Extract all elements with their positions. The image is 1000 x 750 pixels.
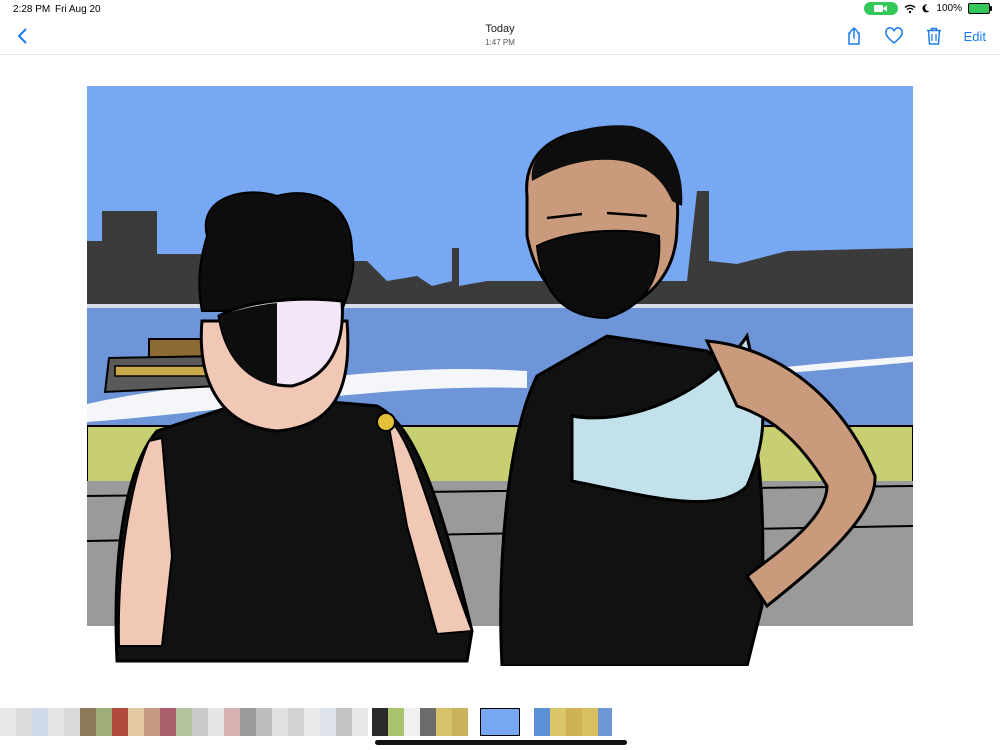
status-right: 100% [864, 2, 992, 15]
thumbnail[interactable] [48, 708, 64, 736]
thumbnail-strip[interactable] [0, 706, 1000, 738]
thumbnail[interactable] [96, 708, 112, 736]
thumbnail[interactable] [160, 708, 176, 736]
thumbnail[interactable] [480, 708, 520, 736]
thumbnail[interactable] [16, 708, 32, 736]
wifi-icon [904, 4, 916, 13]
thumbnail[interactable] [336, 708, 352, 736]
thumbnail[interactable] [240, 708, 256, 736]
thumbnail[interactable] [288, 708, 304, 736]
thumbnail[interactable] [452, 708, 468, 736]
thumbnail[interactable] [352, 708, 368, 736]
thumbnail[interactable] [224, 708, 240, 736]
thumbnail[interactable] [534, 708, 550, 736]
thumbnail[interactable] [320, 708, 336, 736]
trash-icon[interactable] [924, 26, 944, 46]
nav-actions: Edit [844, 26, 986, 46]
thumbnail[interactable] [144, 708, 160, 736]
thumbnail[interactable] [436, 708, 452, 736]
heart-icon[interactable] [884, 26, 904, 46]
status-date: Fri Aug 20 [55, 4, 101, 15]
thumbnail[interactable] [404, 708, 420, 736]
thumbnail[interactable] [598, 708, 612, 736]
thumbnail[interactable] [372, 708, 388, 736]
status-bar: 2:28 PM Fri Aug 20 100% [0, 0, 1000, 18]
thumbnail[interactable] [256, 708, 272, 736]
thumbnail[interactable] [208, 708, 224, 736]
thumbnail[interactable] [582, 708, 598, 736]
thumbnail[interactable] [80, 708, 96, 736]
thumbnail[interactable] [0, 708, 16, 736]
photo-viewer[interactable] [87, 86, 913, 666]
thumbnail[interactable] [550, 708, 566, 736]
thumbnail[interactable] [64, 708, 80, 736]
share-icon[interactable] [844, 26, 864, 46]
nav-bar: Today 1:47 PM Edit [0, 18, 1000, 55]
thumbnail[interactable] [176, 708, 192, 736]
battery-icon [968, 3, 992, 14]
battery-percent: 100% [936, 3, 962, 14]
moon-icon [922, 4, 930, 13]
edit-button[interactable]: Edit [964, 29, 986, 44]
thumbnail[interactable] [388, 708, 404, 736]
thumbnail[interactable] [566, 708, 582, 736]
thumbnail[interactable] [128, 708, 144, 736]
thumbnail[interactable] [272, 708, 288, 736]
thumbnail[interactable] [304, 708, 320, 736]
thumbnail[interactable] [420, 708, 436, 736]
thumbnail[interactable] [32, 708, 48, 736]
status-time: 2:28 PM [13, 4, 51, 15]
video-camera-icon [864, 2, 899, 15]
thumbnail[interactable] [192, 708, 208, 736]
home-indicator[interactable] [375, 740, 627, 745]
thumbnail[interactable] [112, 708, 128, 736]
